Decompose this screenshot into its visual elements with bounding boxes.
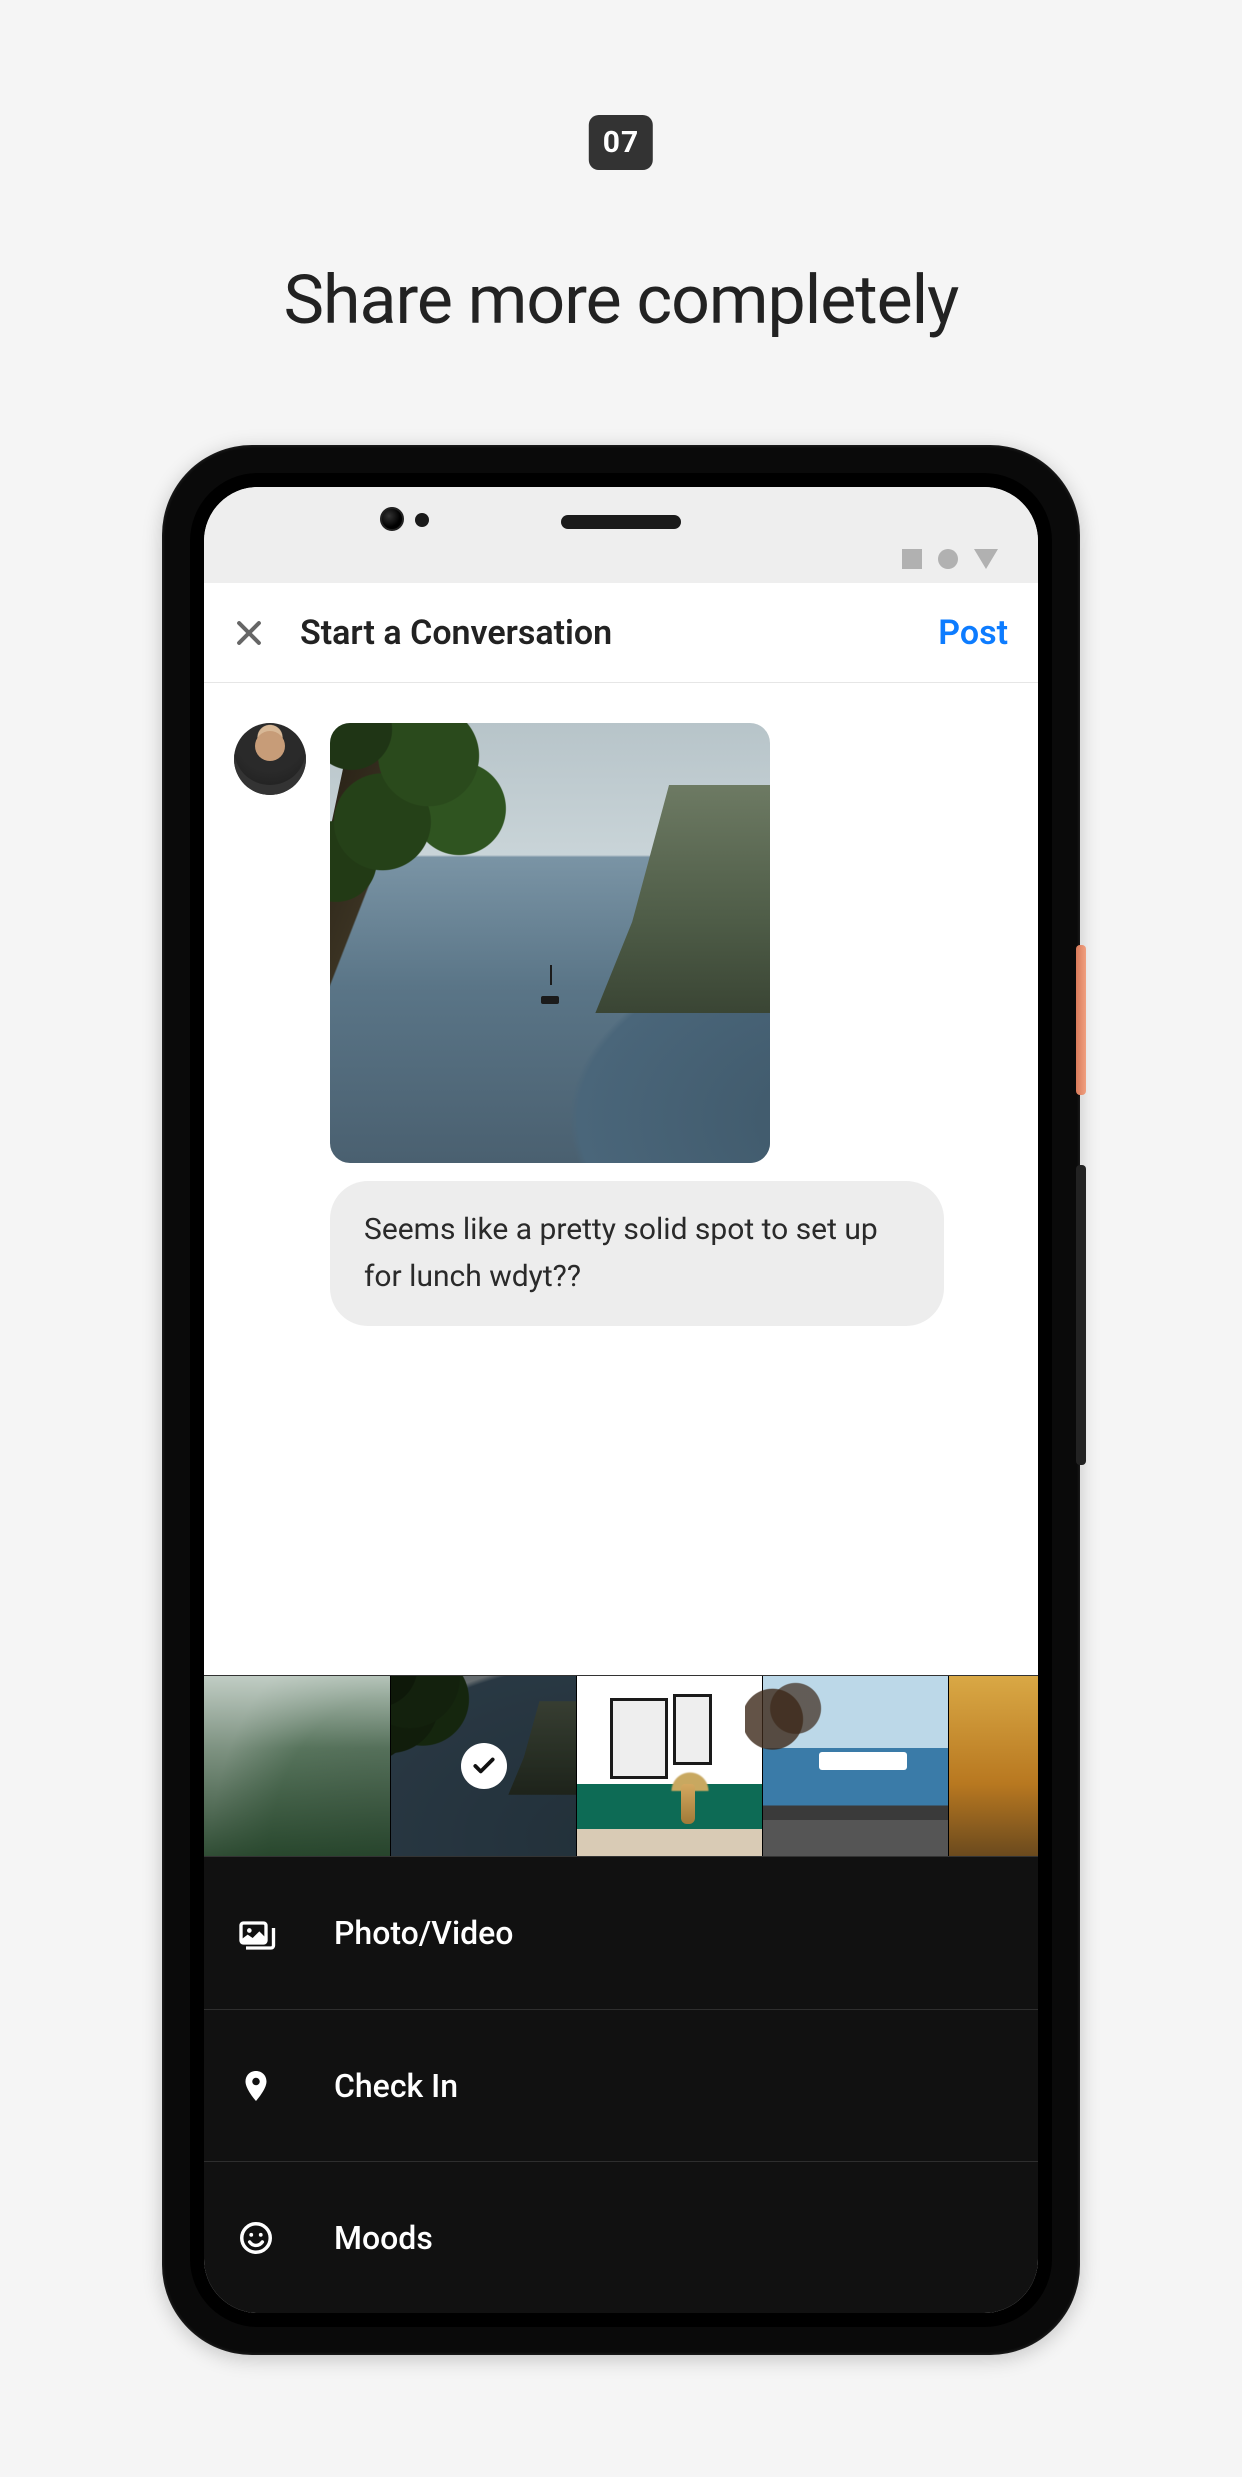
phone-sensor — [415, 513, 429, 527]
phone-power-button — [1076, 945, 1086, 1095]
selected-check-icon — [461, 1743, 507, 1789]
message-text[interactable]: Seems like a pretty solid spot to set up… — [330, 1181, 944, 1326]
composer-topbar: Start a Conversation Post — [204, 583, 1038, 683]
post-button[interactable]: Post — [938, 613, 1008, 653]
page-title: Share more completely — [0, 260, 1242, 340]
close-icon[interactable] — [234, 618, 264, 648]
gallery-thumb-5[interactable] — [948, 1676, 1038, 1856]
attach-photo-video-label: Photo/Video — [334, 1914, 513, 1952]
phone-screen: Start a Conversation Post Seems like a p… — [204, 487, 1038, 2313]
status-bar — [204, 487, 1038, 583]
attach-check-in-label: Check In — [334, 2067, 458, 2105]
attach-photo-video[interactable]: Photo/Video — [204, 1857, 1038, 2009]
attached-photo[interactable] — [330, 723, 770, 1163]
location-pin-icon — [234, 2066, 278, 2106]
attach-menu: Photo/Video Check In Moods — [204, 1857, 1038, 2313]
smile-icon — [234, 2219, 278, 2257]
gallery-thumb-2[interactable] — [390, 1676, 576, 1856]
phone-earpiece — [561, 515, 681, 529]
avatar[interactable] — [234, 723, 306, 795]
status-circle-icon — [938, 549, 958, 569]
composer-body: Seems like a pretty solid spot to set up… — [204, 683, 1038, 1675]
topbar-title: Start a Conversation — [300, 613, 902, 653]
gallery-thumb-1[interactable] — [204, 1676, 390, 1856]
attach-check-in[interactable]: Check In — [204, 2009, 1038, 2161]
photo-video-icon — [234, 1913, 278, 1953]
status-triangle-icon — [974, 549, 998, 569]
phone-frame: Start a Conversation Post Seems like a p… — [162, 445, 1080, 2355]
phone-volume-button — [1076, 1165, 1086, 1465]
phone-front-camera — [380, 507, 404, 531]
status-square-icon — [902, 549, 922, 569]
attach-moods[interactable]: Moods — [204, 2161, 1038, 2313]
gallery-thumb-3[interactable] — [576, 1676, 762, 1856]
attach-moods-label: Moods — [334, 2219, 433, 2257]
gallery-thumb-4[interactable] — [762, 1676, 948, 1856]
gallery-strip[interactable] — [204, 1675, 1038, 1857]
page-number-badge: 07 — [589, 115, 653, 170]
